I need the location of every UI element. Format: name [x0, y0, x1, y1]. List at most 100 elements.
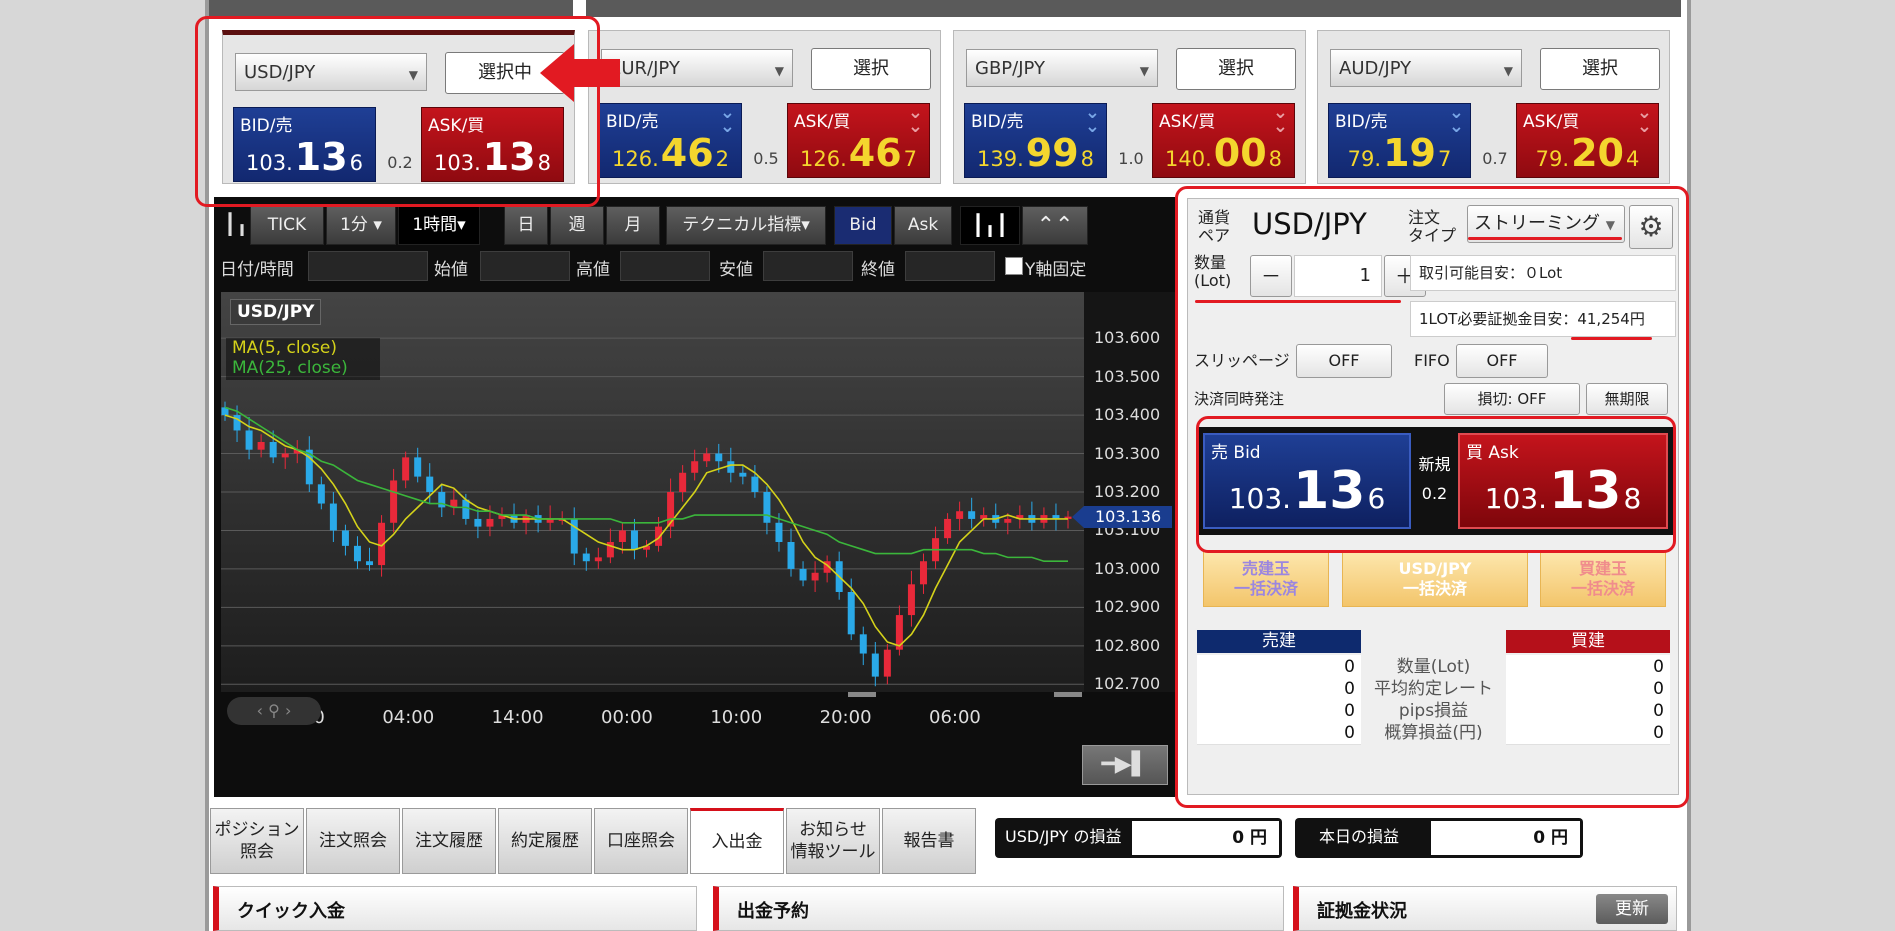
- month-button[interactable]: 月: [606, 206, 660, 245]
- tab-0[interactable]: ポジション 照会: [210, 808, 304, 874]
- expiry-button[interactable]: 無期限: [1586, 383, 1668, 415]
- zoom-icon[interactable]: ⚲: [268, 701, 280, 720]
- sell-price-pips: 13: [1293, 461, 1366, 521]
- panel-spread: 0.2: [387, 153, 413, 172]
- panel-ask-button[interactable]: ⌄ ⌄ ASK/買 126.467: [787, 103, 930, 178]
- ask-tail: 7: [903, 147, 918, 171]
- candle-body: [353, 545, 361, 562]
- chevron-left-icon[interactable]: ‹: [257, 701, 263, 720]
- tab-2[interactable]: 注文履歴: [402, 808, 496, 874]
- candle-icon[interactable]: ┃╻: [224, 212, 248, 236]
- chart-pair-tag: USD/JPY: [230, 299, 322, 325]
- buy-ask-button[interactable]: 買 Ask 103.138: [1458, 433, 1668, 529]
- double-chevron-down-icon: ⌄ ⌄: [907, 102, 923, 137]
- pair-pl-value: 0 円: [1132, 821, 1279, 855]
- stop-loss-button[interactable]: 損切: OFF: [1444, 383, 1580, 415]
- candle-body: [799, 568, 807, 581]
- x-axis: 18:0004:0014:0000:0010:0020:0006:00: [221, 697, 1084, 737]
- panel-bid-button[interactable]: ⌄ ⌄ BID/売 139.998: [964, 103, 1107, 178]
- panel-bid-button[interactable]: ⌄ ⌄ BID/売 79.197: [1328, 103, 1471, 178]
- technical-indicator-label: テクニカル指標: [682, 215, 802, 235]
- quick-deposit-header[interactable]: クイック入金: [213, 886, 697, 931]
- scroll-handle[interactable]: [848, 692, 876, 697]
- double-chevron-down-icon: ⌄ ⌄: [1448, 102, 1464, 137]
- position-row-label: pips損益: [1398, 701, 1469, 721]
- settle-sell-button[interactable]: 売建玉 一括決済: [1203, 551, 1329, 607]
- tab-7[interactable]: 報告書: [882, 808, 976, 874]
- week-button[interactable]: 週: [550, 206, 604, 245]
- top-strip-right: [586, 0, 1681, 17]
- underline-order-type: [1468, 237, 1622, 240]
- line-chart-button[interactable]: ⌃⌃: [1022, 206, 1088, 245]
- y-tick-label: 102.700: [1094, 674, 1161, 694]
- chevron-right-icon[interactable]: ›: [285, 701, 291, 720]
- interval-1hour-select[interactable]: 1時間▾: [398, 206, 480, 245]
- candlestick-chart-button[interactable]: ┃╻┃: [960, 206, 1020, 245]
- high-field: [620, 251, 710, 281]
- y-tick-label: 103.500: [1094, 366, 1161, 386]
- fifo-toggle[interactable]: OFF: [1456, 344, 1548, 378]
- underline-quantity: [1195, 300, 1401, 303]
- jump-latest-button[interactable]: ━▶▌: [1082, 745, 1168, 785]
- line-chart-icon: ⌃⌃: [1036, 213, 1074, 238]
- ask-toggle[interactable]: Ask: [894, 206, 952, 245]
- open-label: 始値: [434, 260, 468, 280]
- quantity-input[interactable]: 1: [1294, 255, 1382, 297]
- close-label: 終値: [861, 260, 895, 280]
- panel-ask-button[interactable]: ASK/買 103.138: [421, 107, 564, 182]
- order-type-value: ストリーミング: [1474, 213, 1600, 234]
- ask-label: ASK/買: [428, 116, 485, 136]
- buy-position-cell: 0: [1506, 677, 1670, 701]
- pair-pl-label: USD/JPY の損益: [1005, 827, 1122, 846]
- candle-body: [715, 453, 723, 462]
- x-tick-label: 06:00: [929, 707, 981, 728]
- sell-bid-button[interactable]: 売 Bid 103.136: [1203, 433, 1411, 529]
- interval-1min-select[interactable]: 1分 ▾: [326, 206, 396, 245]
- bid-label: BID/売: [606, 112, 659, 132]
- candle-body: [630, 530, 638, 550]
- pair-select[interactable]: EUR/JPY ▼: [601, 49, 793, 87]
- tab-5[interactable]: 入出金: [690, 808, 784, 874]
- buy-position-cell: 0: [1506, 699, 1670, 723]
- high-label: 高値: [576, 260, 610, 280]
- interval-1min-label: 1分: [340, 215, 368, 235]
- refresh-button[interactable]: 更新: [1596, 894, 1668, 924]
- candle-body: [594, 557, 602, 562]
- currency-panel-0: USD/JPY ▼ 選択中 BID/売 103.136 0.2 ASK/買 103.138: [222, 30, 575, 184]
- select-pair-button[interactable]: 選択: [811, 48, 931, 90]
- tab-4[interactable]: 口座照会: [594, 808, 688, 874]
- open-field: [480, 251, 570, 281]
- position-row-label: 数量(Lot): [1396, 657, 1471, 677]
- slippage-label: スリッページ: [1194, 351, 1290, 370]
- select-pair-button[interactable]: 選択: [1540, 48, 1660, 90]
- panel-ask-button[interactable]: ⌄ ⌄ ASK/買 79.204: [1516, 103, 1659, 178]
- panel-bid-button[interactable]: BID/売 103.136: [233, 107, 376, 182]
- candle-body: [739, 472, 747, 477]
- panel-ask-button[interactable]: ⌄ ⌄ ASK/買 140.008: [1152, 103, 1295, 178]
- withdrawal-header[interactable]: 出金予約: [713, 886, 1284, 931]
- settings-gear-icon[interactable]: ⚙: [1629, 205, 1673, 249]
- technical-indicator-select[interactable]: テクニカル指標▾: [666, 206, 826, 245]
- panel-bid-button[interactable]: ⌄ ⌄ BID/売 126.462: [599, 103, 742, 178]
- select-pair-button[interactable]: 選択: [1176, 48, 1296, 90]
- zoom-controls[interactable]: ‹ ⚲ ›: [227, 697, 321, 725]
- y-axis-fixed-checkbox[interactable]: [1005, 257, 1023, 275]
- panel-spread: 0.5: [753, 149, 779, 168]
- day-button[interactable]: 日: [504, 206, 548, 245]
- settle-pair-button[interactable]: USD/JPY 一括決済: [1342, 551, 1528, 607]
- pair-select[interactable]: AUD/JPY ▼: [1330, 49, 1522, 87]
- scroll-handle-end[interactable]: [1054, 692, 1082, 697]
- candle-body: [269, 442, 277, 458]
- y-tick-label: 103.200: [1094, 482, 1161, 501]
- pair-select[interactable]: USD/JPY ▼: [235, 53, 427, 91]
- slippage-toggle[interactable]: OFF: [1296, 344, 1392, 378]
- quantity-minus-button[interactable]: －: [1250, 255, 1292, 297]
- tick-button[interactable]: TICK: [250, 206, 324, 245]
- bid-toggle[interactable]: Bid: [834, 206, 892, 245]
- chevron-down-icon: ▾: [457, 215, 466, 235]
- tab-3[interactable]: 約定履歴: [498, 808, 592, 874]
- pair-select[interactable]: GBP/JPY ▼: [966, 49, 1158, 87]
- settle-buy-button[interactable]: 買建玉 一括決済: [1540, 551, 1666, 607]
- tab-6[interactable]: お知らせ 情報ツール: [786, 808, 880, 874]
- tab-1[interactable]: 注文照会: [306, 808, 400, 874]
